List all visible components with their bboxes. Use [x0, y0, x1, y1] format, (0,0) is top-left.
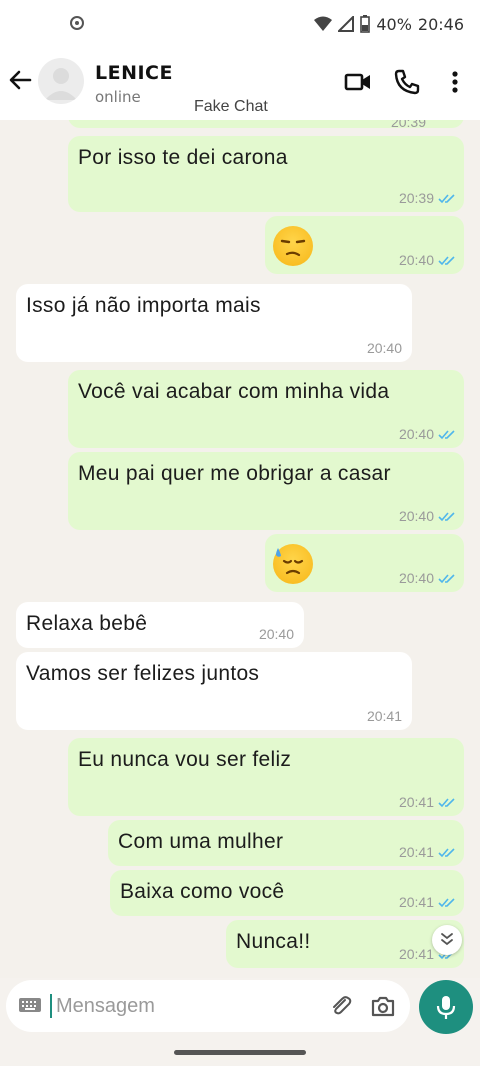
message-composer[interactable]: Mensagem	[6, 980, 410, 1032]
avatar[interactable]	[38, 58, 84, 104]
read-receipt-icon	[438, 898, 455, 908]
voice-message-button[interactable]	[419, 980, 473, 1034]
read-receipt-icon	[438, 256, 455, 266]
message-time: 20:41	[398, 946, 434, 962]
message-text: Por isso te dei carona	[78, 146, 288, 169]
video-call-icon[interactable]	[344, 68, 372, 96]
signal-icon	[338, 16, 355, 32]
default-avatar-icon	[45, 68, 77, 100]
message-bubble-out[interactable]: 20:40	[265, 534, 464, 592]
message-bubble-in[interactable]: Isso já não importa mais 20:40	[16, 284, 412, 362]
message-bubble-out[interactable]: Por isso te dei carona 20:39	[68, 136, 464, 212]
text-caret	[50, 994, 52, 1018]
gesture-nav-bar[interactable]	[174, 1050, 306, 1055]
message-time: 20:41	[366, 708, 402, 724]
message-time: 20:41	[398, 794, 434, 810]
message-bubble-out[interactable]: Baixa como você 20:41	[110, 870, 464, 916]
message-text: Vamos ser felizes juntos	[26, 662, 260, 685]
message-time: 20:39	[390, 120, 426, 130]
chat-messages[interactable]: 20:39 Por isso te dei carona 20:39 20:40…	[0, 120, 480, 978]
app-watermark: Fake Chat	[194, 98, 268, 115]
keyboard-icon[interactable]	[18, 995, 42, 1015]
downcast-sweat-face-icon	[273, 544, 313, 584]
message-time: 20:40	[398, 570, 434, 586]
read-receipt-icon	[438, 798, 455, 808]
unamused-face-icon	[273, 226, 313, 266]
read-receipt-icon	[438, 848, 455, 858]
chat-header: LENICE online Fake Chat	[0, 48, 480, 120]
microphone-icon	[436, 996, 456, 1019]
message-time: 20:40	[258, 626, 294, 642]
camera-icon[interactable]	[370, 993, 396, 1019]
read-receipt-icon	[438, 512, 455, 522]
message-text: Meu pai quer me obrigar a casar	[78, 462, 391, 485]
read-receipt-icon	[438, 194, 455, 204]
message-time: 20:39	[398, 190, 434, 206]
message-bubble-out[interactable]: Você vai acabar com minha vida 20:40	[68, 370, 464, 448]
message-bubble-out[interactable]: Meu pai quer me obrigar a casar 20:40	[68, 452, 464, 530]
message-time: 20:40	[398, 426, 434, 442]
battery-icon	[360, 15, 371, 33]
contact-name[interactable]: LENICE	[95, 62, 173, 84]
message-bubble-partial[interactable]: 20:39	[68, 120, 464, 130]
attachment-icon[interactable]	[328, 993, 354, 1019]
battery-percent: 40%	[376, 14, 412, 34]
message-bubble-out[interactable]: Nunca!! 20:41	[226, 920, 464, 968]
message-text: Com uma mulher	[118, 830, 284, 853]
message-bubble-in[interactable]: Relaxa bebê 20:40	[16, 602, 304, 648]
screen-record-icon	[70, 16, 84, 30]
double-chevron-down-icon	[441, 933, 453, 946]
message-text: Eu nunca vou ser feliz	[78, 748, 292, 771]
message-text: Nunca!!	[236, 930, 311, 953]
scroll-to-bottom-button[interactable]	[432, 925, 462, 955]
message-time: 20:41	[398, 894, 434, 910]
read-receipt-icon	[438, 574, 455, 584]
message-bubble-out[interactable]: 20:40	[265, 216, 464, 274]
status-bar: 40% 20:46	[0, 0, 480, 48]
message-time: 20:40	[398, 252, 434, 268]
message-time: 20:41	[398, 844, 434, 860]
read-receipt-icon	[438, 430, 455, 440]
back-arrow-icon[interactable]	[6, 66, 34, 94]
message-bubble-out[interactable]: Com uma mulher 20:41	[108, 820, 464, 866]
message-bubble-out[interactable]: Eu nunca vou ser feliz 20:41	[68, 738, 464, 816]
message-text: Relaxa bebê	[26, 612, 148, 635]
wifi-icon	[314, 16, 333, 31]
status-indicators: 40% 20:46	[314, 13, 464, 35]
message-input[interactable]: Mensagem	[56, 995, 155, 1018]
message-text: Você vai acabar com minha vida	[78, 380, 390, 403]
more-options-icon[interactable]	[441, 68, 469, 96]
message-time: 20:40	[398, 508, 434, 524]
message-bubble-in[interactable]: Vamos ser felizes juntos 20:41	[16, 652, 412, 730]
message-time: 20:40	[366, 340, 402, 356]
message-text: Isso já não importa mais	[26, 294, 261, 317]
phone-call-icon[interactable]	[393, 68, 421, 96]
contact-status: online	[95, 88, 141, 106]
clock: 20:46	[417, 14, 464, 34]
message-text: Baixa como você	[120, 880, 285, 903]
